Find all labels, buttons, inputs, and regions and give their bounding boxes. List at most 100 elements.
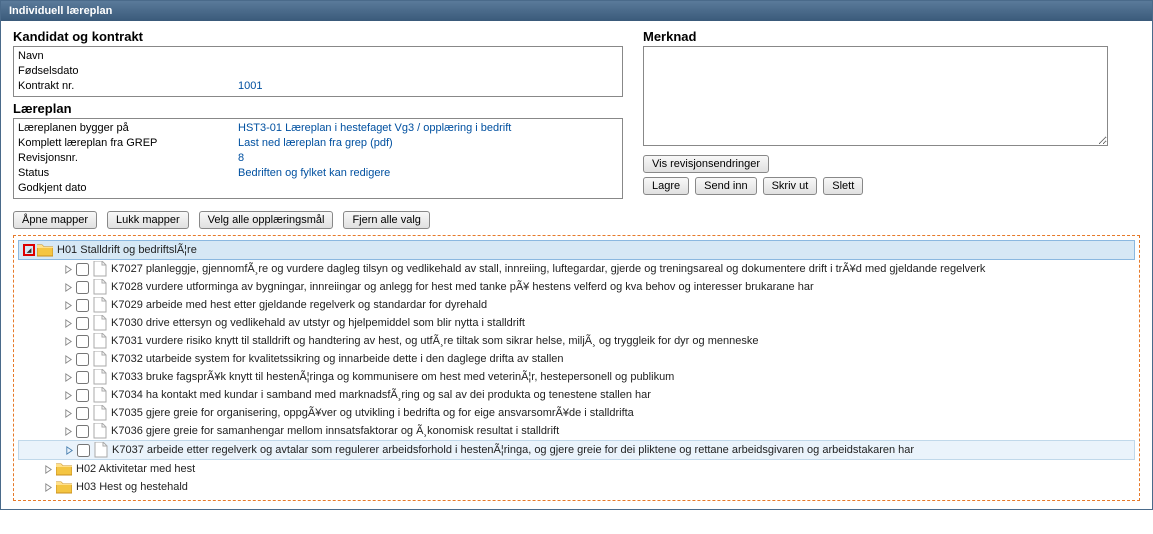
- content-area: Kandidat og kontrakt Navn Fødselsdato Ko…: [1, 21, 1152, 509]
- grep-link[interactable]: Last ned læreplan fra grep (pdf): [238, 137, 393, 149]
- node-label: K7032 utarbeide system for kvalitetssikr…: [111, 350, 564, 368]
- kontrakt-label: Kontrakt nr.: [18, 79, 238, 94]
- checkbox[interactable]: [77, 444, 90, 457]
- tree: H01 Stalldrift og bedriftslÃ¦re K7027 pl…: [18, 240, 1135, 496]
- expand-icon[interactable]: [62, 389, 74, 401]
- expand-icon[interactable]: [62, 407, 74, 419]
- revisjon-label: Revisjonsnr.: [18, 151, 238, 166]
- expand-icon[interactable]: [62, 263, 74, 275]
- fjern-alle-button[interactable]: Fjern alle valg: [343, 211, 429, 229]
- tree-node-k7035[interactable]: K7035 gjere greie for organisering, oppg…: [18, 404, 1135, 422]
- checkbox[interactable]: [76, 389, 89, 402]
- tree-node-k7037[interactable]: K7037 arbeide etter regelverk og avtalar…: [18, 440, 1135, 460]
- tree-node-k7034[interactable]: K7034 ha kontakt med kundar i samband me…: [18, 386, 1135, 404]
- expand-icon[interactable]: [63, 444, 75, 456]
- checkbox[interactable]: [76, 317, 89, 330]
- expand-icon[interactable]: [62, 425, 74, 437]
- checkbox[interactable]: [76, 263, 89, 276]
- window-title: Individuell læreplan: [1, 1, 1152, 21]
- tree-node-k7036[interactable]: K7036 gjere greie for samanhengar mellom…: [18, 422, 1135, 440]
- tree-node-h02[interactable]: H02 Aktivitetar med hest: [18, 460, 1135, 478]
- node-label: K7027 planleggje, gjennomfÃ¸re og vurder…: [111, 260, 985, 278]
- tree-node-k7033[interactable]: K7033 bruke fagsprÃ¥k knytt til hestenÃ¦…: [18, 368, 1135, 386]
- laereplan-box: Læreplanen bygger påHST3-01 Læreplan i h…: [13, 118, 623, 199]
- checkbox[interactable]: [76, 407, 89, 420]
- document-icon: [93, 423, 107, 439]
- expand-icon[interactable]: [42, 481, 54, 493]
- collapse-icon[interactable]: [23, 244, 35, 256]
- checkbox[interactable]: [76, 335, 89, 348]
- bygger-link[interactable]: HST3-01 Læreplan i hestefaget Vg3 / oppl…: [238, 122, 511, 134]
- tree-node-k7027[interactable]: K7027 planleggje, gjennomfÃ¸re og vurder…: [18, 260, 1135, 278]
- window: Individuell læreplan Kandidat og kontrak…: [0, 0, 1153, 510]
- checkbox[interactable]: [76, 353, 89, 366]
- grep-label: Komplett læreplan fra GREP: [18, 136, 238, 151]
- expand-icon[interactable]: [62, 281, 74, 293]
- folder-icon: [56, 462, 72, 476]
- node-label: K7031 vurdere risiko knytt til stalldrif…: [111, 332, 758, 350]
- node-label: K7028 vurdere utforminga av bygningar, i…: [111, 278, 814, 296]
- node-label: K7036 gjere greie for samanhengar mellom…: [111, 422, 559, 440]
- kontrakt-value: 1001: [238, 79, 262, 94]
- tree-node-h03[interactable]: H03 Hest og hestehald: [18, 478, 1135, 496]
- revisjon-value: 8: [238, 151, 244, 166]
- node-label: H03 Hest og hestehald: [76, 478, 188, 496]
- fodsel-label: Fødselsdato: [18, 64, 238, 79]
- document-icon: [93, 333, 107, 349]
- lukk-mapper-button[interactable]: Lukk mapper: [107, 211, 189, 229]
- node-label: K7029 arbeide med hest etter gjeldande r…: [111, 296, 487, 314]
- document-icon: [93, 387, 107, 403]
- tree-node-k7029[interactable]: K7029 arbeide med hest etter gjeldande r…: [18, 296, 1135, 314]
- document-icon: [93, 369, 107, 385]
- document-icon: [93, 315, 107, 331]
- merknad-textarea[interactable]: [643, 46, 1108, 146]
- checkbox[interactable]: [76, 425, 89, 438]
- expand-icon[interactable]: [62, 299, 74, 311]
- node-label: K7033 bruke fagsprÃ¥k knytt til hestenÃ¦…: [111, 368, 674, 386]
- expand-icon[interactable]: [42, 463, 54, 475]
- lagre-button[interactable]: Lagre: [643, 177, 689, 195]
- kandidat-box: Navn Fødselsdato Kontrakt nr.1001: [13, 46, 623, 97]
- expand-icon[interactable]: [62, 317, 74, 329]
- skriv-ut-button[interactable]: Skriv ut: [763, 177, 818, 195]
- folder-icon: [37, 243, 53, 257]
- document-icon: [93, 261, 107, 277]
- tree-node-k7028[interactable]: K7028 vurdere utforminga av bygningar, i…: [18, 278, 1135, 296]
- document-icon: [94, 442, 108, 458]
- tree-node-h01[interactable]: H01 Stalldrift og bedriftslÃ¦re: [18, 240, 1135, 260]
- godkjent-label: Godkjent dato: [18, 181, 238, 196]
- bygger-label: Læreplanen bygger på: [18, 121, 238, 136]
- tree-node-k7030[interactable]: K7030 drive ettersyn og vedlikehald av u…: [18, 314, 1135, 332]
- vis-revisjon-button[interactable]: Vis revisjonsendringer: [643, 155, 769, 173]
- tree-node-k7031[interactable]: K7031 vurdere risiko knytt til stalldrif…: [18, 332, 1135, 350]
- document-icon: [93, 351, 107, 367]
- node-label: K7030 drive ettersyn og vedlikehald av u…: [111, 314, 525, 332]
- expand-icon[interactable]: [62, 353, 74, 365]
- node-label: K7034 ha kontakt med kundar i samband me…: [111, 386, 651, 404]
- checkbox[interactable]: [76, 299, 89, 312]
- kandidat-heading: Kandidat og kontrakt: [13, 29, 623, 44]
- document-icon: [93, 297, 107, 313]
- merknad-heading: Merknad: [643, 29, 1140, 44]
- node-label: H01 Stalldrift og bedriftslÃ¦re: [57, 241, 197, 259]
- tree-container: H01 Stalldrift og bedriftslÃ¦re K7027 pl…: [13, 235, 1140, 501]
- node-label: K7035 gjere greie for organisering, oppg…: [111, 404, 634, 422]
- expand-icon[interactable]: [62, 371, 74, 383]
- node-label: K7037 arbeide etter regelverk og avtalar…: [112, 441, 914, 459]
- status-label: Status: [18, 166, 238, 181]
- status-value: Bedriften og fylket kan redigere: [238, 166, 390, 181]
- navn-label: Navn: [18, 49, 238, 64]
- velg-alle-button[interactable]: Velg alle opplæringsmål: [199, 211, 334, 229]
- folder-icon: [56, 480, 72, 494]
- laereplan-heading: Læreplan: [13, 101, 623, 116]
- slett-button[interactable]: Slett: [823, 177, 863, 195]
- checkbox[interactable]: [76, 371, 89, 384]
- apne-mapper-button[interactable]: Åpne mapper: [13, 211, 97, 229]
- send-inn-button[interactable]: Send inn: [695, 177, 756, 195]
- node-label: H02 Aktivitetar med hest: [76, 460, 195, 478]
- document-icon: [93, 279, 107, 295]
- tree-node-k7032[interactable]: K7032 utarbeide system for kvalitetssikr…: [18, 350, 1135, 368]
- expand-icon[interactable]: [62, 335, 74, 347]
- document-icon: [93, 405, 107, 421]
- checkbox[interactable]: [76, 281, 89, 294]
